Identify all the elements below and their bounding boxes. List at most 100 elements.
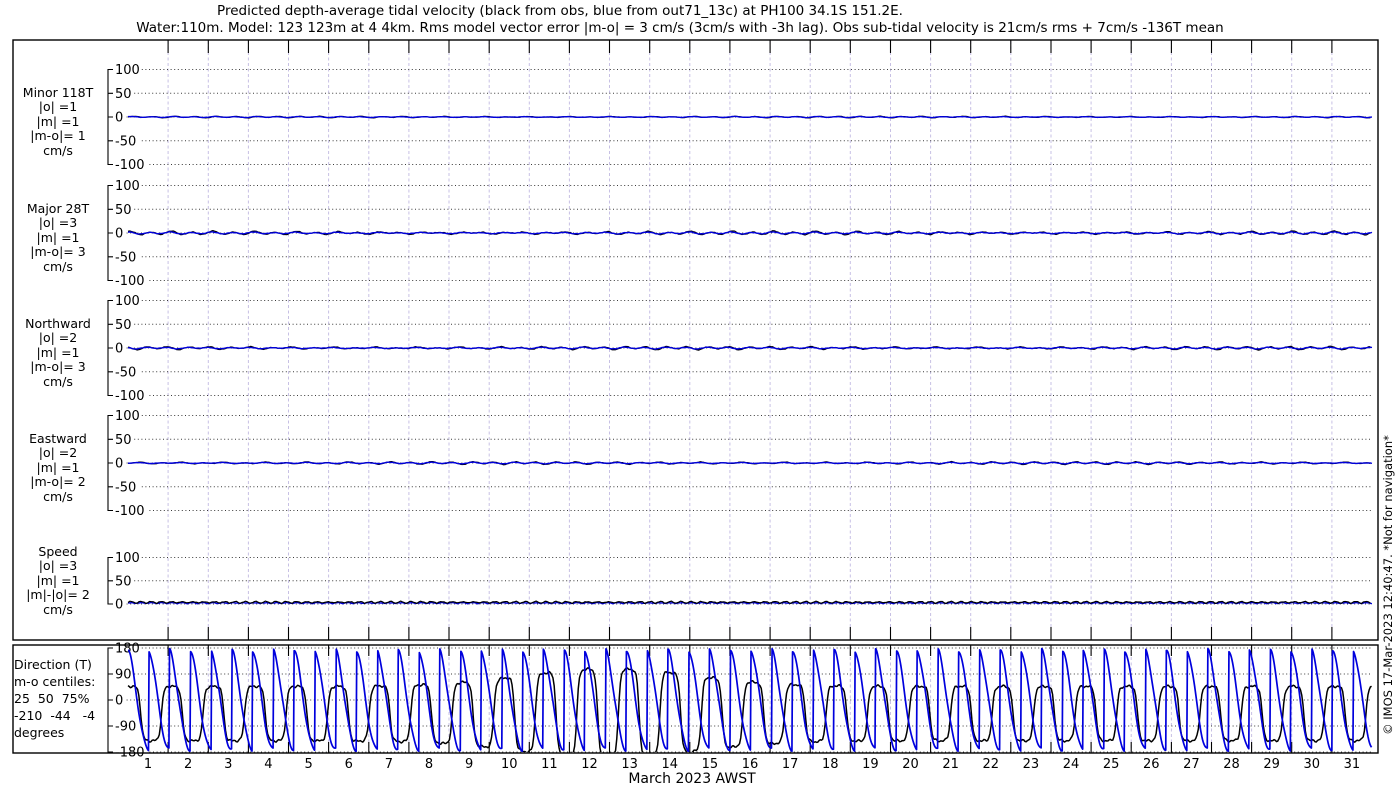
panel-label-line: cm/s bbox=[43, 258, 73, 274]
day-label-19: 19 bbox=[862, 757, 879, 772]
ytick-label: 90 bbox=[115, 668, 132, 683]
panel-label-line: |m| =1 bbox=[36, 229, 80, 245]
panel-label-direction: Direction (T) m-o centiles: 25 50 75% -210 … bbox=[14, 656, 95, 741]
velocity-panels-frame bbox=[12, 39, 1379, 641]
day-label-26: 26 bbox=[1143, 757, 1160, 772]
ytick-label: 180 bbox=[115, 642, 140, 657]
ytick-label: -100 bbox=[115, 389, 145, 404]
day-label-29: 29 bbox=[1263, 757, 1280, 772]
panel-label-line: cm/s bbox=[43, 373, 73, 389]
panel-label-line: degrees bbox=[14, 724, 65, 740]
day-label-5: 5 bbox=[304, 757, 313, 772]
ytick-label: 50 bbox=[115, 318, 132, 333]
panel-label-line: Direction (T) bbox=[14, 656, 92, 672]
panel-label-line: |m| =1 bbox=[36, 459, 80, 475]
day-label-14: 14 bbox=[661, 757, 678, 772]
panel-label-line: Major 28T bbox=[26, 200, 90, 216]
ytick-label: 100 bbox=[115, 63, 140, 78]
ytick-label: -50 bbox=[115, 134, 136, 149]
ytick-label: -50 bbox=[115, 365, 136, 380]
ytick-label: 100 bbox=[115, 409, 140, 424]
day-label-7: 7 bbox=[384, 757, 393, 772]
imos-watermark: © IMOS 17-Mar-2023 12:40:47. *Not for na… bbox=[1381, 435, 1395, 735]
trace-eastward-model bbox=[127, 461, 1373, 465]
ytick-label: -100 bbox=[115, 274, 145, 289]
panel-label-line: |o| =1 bbox=[38, 99, 78, 115]
panel-label-eastward: Eastward |o| =2 |m| =1 |m-o|= 2 cm/s bbox=[8, 430, 108, 505]
trace-major-model bbox=[127, 231, 1373, 235]
panel-label-northward: Northward |o| =2 |m| =1 |m-o|= 3 cm/s bbox=[8, 315, 108, 390]
day-label-20: 20 bbox=[902, 757, 919, 772]
day-label-28: 28 bbox=[1223, 757, 1240, 772]
ytick-label: 50 bbox=[115, 87, 132, 102]
day-label-4: 4 bbox=[264, 757, 273, 772]
ytick-label: 50 bbox=[115, 574, 132, 589]
panel-label-line: |m-o|= 3 bbox=[30, 244, 86, 260]
ytick-label: 0 bbox=[115, 227, 123, 242]
ytick-label: 0 bbox=[115, 694, 123, 709]
panel-label-line: |o| =3 bbox=[38, 558, 78, 574]
x-axis-title: March 2023 AWST bbox=[628, 771, 756, 787]
day-label-24: 24 bbox=[1062, 757, 1080, 772]
ytick-label: -100 bbox=[115, 504, 145, 519]
panel-label-line: |m| =1 bbox=[36, 344, 80, 360]
day-label-15: 15 bbox=[701, 757, 719, 772]
trace-minor-model bbox=[127, 115, 1373, 119]
panel-label-line: Minor 118T bbox=[22, 84, 94, 100]
panel-label-line: |m|-|o|= 2 bbox=[26, 587, 90, 603]
ytick-label: 100 bbox=[115, 294, 140, 309]
panel-label-line: cm/s bbox=[43, 142, 73, 158]
ytick-label: 0 bbox=[115, 342, 123, 357]
ytick-label: 100 bbox=[115, 551, 140, 566]
day-label-10: 10 bbox=[500, 757, 518, 772]
panel-label-line: m-o centiles: bbox=[14, 673, 96, 689]
ytick-label: -90 bbox=[115, 720, 136, 735]
panel-label-line: -210 -44 -4 bbox=[14, 707, 96, 723]
ytick-label: 100 bbox=[115, 179, 140, 194]
day-label-21: 21 bbox=[942, 757, 959, 772]
day-label-6: 6 bbox=[344, 757, 353, 772]
day-label-17: 17 bbox=[781, 757, 799, 772]
day-tickmarks bbox=[167, 40, 1333, 753]
panel-label-line: |m-o|= 3 bbox=[30, 359, 86, 375]
panel-label-line: Eastward bbox=[29, 430, 87, 446]
day-label-22: 22 bbox=[982, 757, 1000, 772]
panel-label-line: cm/s bbox=[43, 601, 73, 617]
ytick-label: 50 bbox=[115, 203, 132, 218]
ytick-label: 50 bbox=[115, 433, 132, 448]
panel-label-line: |m-o|= 2 bbox=[30, 474, 86, 490]
panel-label-line: |o| =2 bbox=[38, 330, 78, 346]
ytick-label: -100 bbox=[115, 158, 145, 173]
ytick-label: 0 bbox=[115, 598, 123, 613]
day-label-25: 25 bbox=[1102, 757, 1120, 772]
day-label-2: 2 bbox=[184, 757, 193, 772]
day-label-1: 1 bbox=[143, 757, 153, 772]
day-label-9: 9 bbox=[464, 757, 474, 772]
panel-label-line: |o| =2 bbox=[38, 445, 78, 461]
panel-label-line: Northward bbox=[25, 315, 91, 331]
tidal-velocity-chart-page: Predicted depth-average tidal velocity (… bbox=[0, 0, 1400, 800]
day-label-18: 18 bbox=[821, 757, 839, 772]
ytick-label: 0 bbox=[115, 457, 123, 472]
panel-label-line: |m-o|= 1 bbox=[30, 128, 86, 144]
day-label-16: 16 bbox=[741, 757, 759, 772]
tidal-chart-svg: 100500-50-100100500-50-100100500-50-1001… bbox=[12, 39, 1379, 761]
panel-label-line: Speed bbox=[38, 543, 78, 559]
day-label-12: 12 bbox=[581, 757, 598, 772]
ytick-label: -50 bbox=[115, 480, 136, 495]
ytick-label: -50 bbox=[115, 250, 136, 265]
day-label-8: 8 bbox=[424, 757, 434, 772]
panel-label-speed: Speed |o| =3 |m| =1 |m|-|o|= 2 cm/s bbox=[8, 543, 108, 618]
day-label-13: 13 bbox=[621, 757, 638, 772]
panel-label-minor: Minor 118T |o| =1 |m| =1 |m-o|= 1 cm/s bbox=[8, 84, 108, 159]
panel-label-major: Major 28T |o| =3 |m| =1 |m-o|= 3 cm/s bbox=[8, 200, 108, 275]
panel-label-line: |m| =1 bbox=[36, 572, 80, 588]
day-label-23: 23 bbox=[1022, 757, 1040, 772]
direction-panel-frame bbox=[12, 644, 1379, 754]
day-label-27: 27 bbox=[1183, 757, 1200, 772]
panel-label-line: |o| =3 bbox=[38, 215, 78, 231]
ytick-label: 0 bbox=[115, 111, 123, 126]
panel-minor-axis: 100 50 0 -50 -100 bbox=[107, 63, 1372, 173]
panel-label-line: 25 50 75% bbox=[14, 690, 90, 706]
panel-label-line: |m| =1 bbox=[36, 113, 80, 129]
